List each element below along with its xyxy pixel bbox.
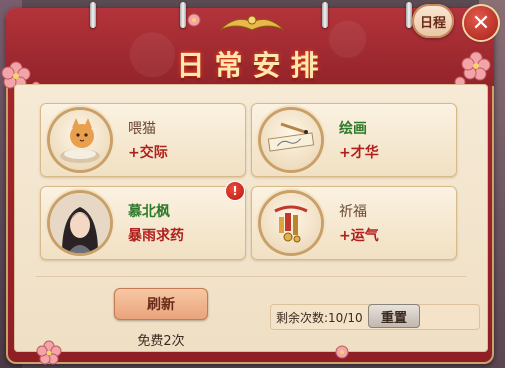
activity-name: 祈福 xyxy=(339,204,367,220)
activity-card-prayer[interactable]: 祈福 +运气 xyxy=(251,186,457,260)
character-name: 慕北枫 xyxy=(128,204,170,220)
alert-badge-icon: ! xyxy=(226,182,244,200)
binder-ring xyxy=(406,2,412,28)
close-icon: ✕ xyxy=(471,10,491,36)
free-refresh-count: 免费2次 xyxy=(137,334,185,349)
remaining-label: 剩余次数:10/10 xyxy=(276,311,363,325)
plum-blossom-icon xyxy=(36,340,62,365)
activity-card-painting[interactable]: 绘画 +才华 xyxy=(251,103,457,177)
plum-blossom-icon xyxy=(335,345,349,359)
event-title: 暴雨求药 xyxy=(128,228,184,244)
binder-ring xyxy=(322,2,328,28)
cat-with-fish-bowl-icon xyxy=(50,110,110,170)
plum-blossom-icon xyxy=(187,13,201,27)
reset-button[interactable]: 重置 xyxy=(368,304,420,328)
prayer-charm-icon xyxy=(261,193,321,253)
activity-name: 绘画 xyxy=(339,121,367,137)
activity-card-character-event[interactable]: 慕北枫 暴雨求药 xyxy=(40,186,246,260)
activity-card-feed-cat[interactable]: 喂猫 +交际 xyxy=(40,103,246,177)
character-portrait xyxy=(50,193,110,253)
activity-effect: +运气 xyxy=(339,228,379,244)
activity-effect: +才华 xyxy=(339,145,379,161)
painting-scroll-icon xyxy=(261,110,321,170)
activity-name: 喂猫 xyxy=(128,121,156,137)
schedule-button[interactable]: 日程 xyxy=(412,4,454,38)
divider xyxy=(36,276,466,277)
refresh-button[interactable]: 刷新 xyxy=(114,288,208,320)
activity-effect: +交际 xyxy=(128,145,168,161)
page-title: 日常安排 xyxy=(176,49,329,82)
binder-ring xyxy=(90,2,96,28)
ornament-crest-icon xyxy=(219,15,285,31)
close-button[interactable]: ✕ xyxy=(464,6,498,40)
